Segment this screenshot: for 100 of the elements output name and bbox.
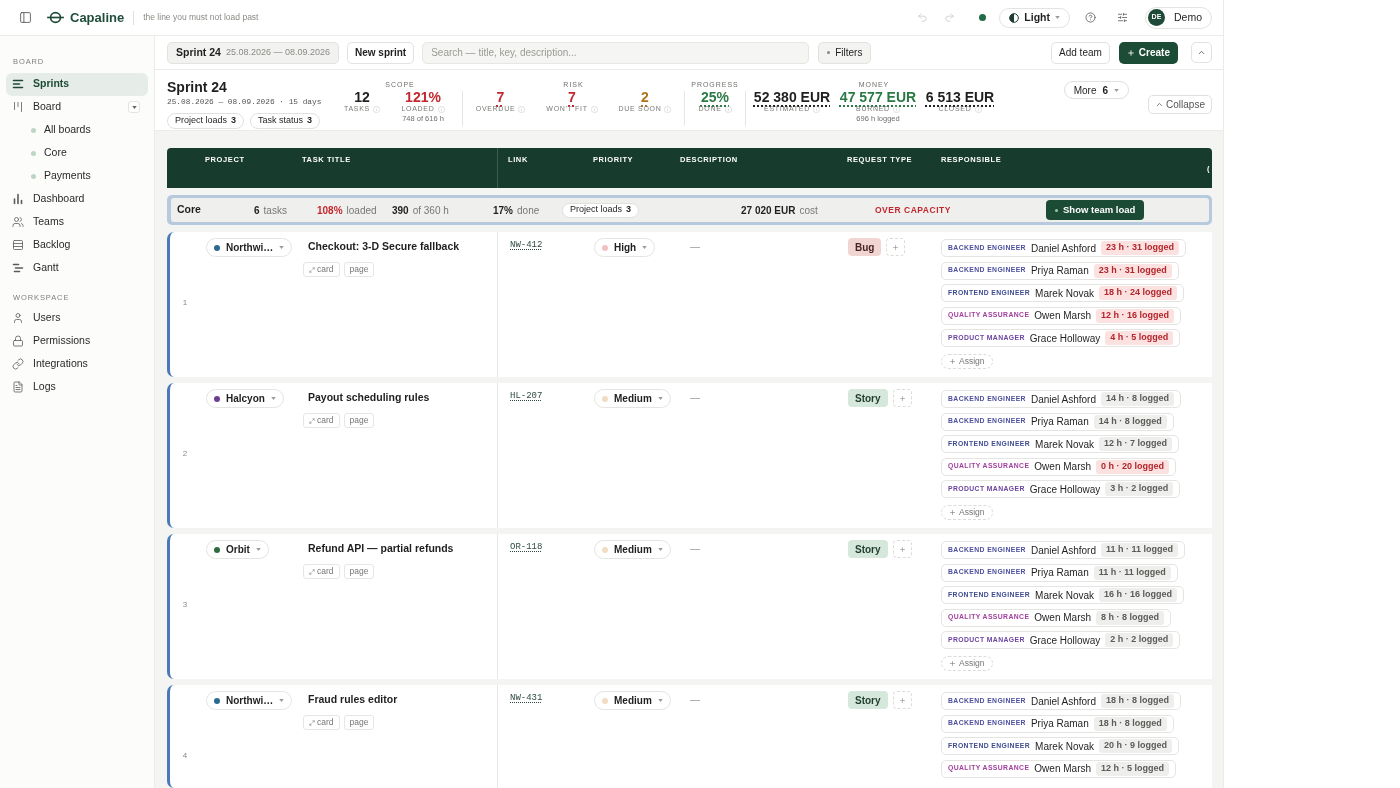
show-team-load-button[interactable]: Show team load [1046, 200, 1145, 220]
description-text: — [690, 392, 700, 404]
link-chip[interactable]: page [343, 262, 375, 277]
task-link[interactable]: OR-118 [510, 542, 543, 553]
link-chip[interactable]: card [303, 413, 340, 428]
add-type-button[interactable] [886, 238, 906, 256]
sidebar-item[interactable]: Board [6, 95, 148, 119]
hours-badge: 14 h · 8 logged [1093, 414, 1167, 429]
collapse-button[interactable]: Collapse [1148, 95, 1212, 114]
hours-badge: 23 h · 31 logged [1093, 263, 1172, 278]
filters-button[interactable]: Filters [818, 41, 872, 64]
sidebar-item[interactable]: Teams [6, 210, 148, 234]
assignee-name: Daniel Ashford [1030, 392, 1096, 407]
sidebar-item[interactable]: Users [6, 306, 148, 330]
info-icon [892, 105, 900, 113]
sidebar-subitem[interactable]: Core [6, 141, 148, 165]
filter-pill[interactable]: Project loads 3 [167, 113, 245, 129]
project-pill[interactable]: Halcyon [206, 389, 284, 408]
group-stat-value: 6 [254, 203, 260, 218]
new-sprint-button[interactable]: New sprint [347, 41, 415, 64]
lines-icon [12, 78, 24, 90]
priority-pill[interactable]: Medium [594, 389, 671, 408]
bar-chart-icon [12, 193, 24, 205]
sidebar-item[interactable]: Sprints [6, 72, 148, 96]
add-type-button[interactable] [892, 540, 912, 558]
bullet-icon [31, 173, 36, 179]
search-field[interactable]: Search — title, key, description... [422, 41, 810, 64]
group-stat-value: 17% [493, 203, 513, 218]
task-title: Refund API — partial refunds [308, 542, 454, 555]
assignee-name: Daniel Ashford [1030, 543, 1096, 558]
sprint-title: Sprint 24 [167, 79, 227, 96]
task-title: Fraud rules editor [308, 693, 398, 706]
hours-badge: 12 h · 5 logged [1096, 761, 1170, 776]
group-cost-unit: cost [799, 203, 818, 218]
more-button[interactable]: More 6 [1063, 81, 1130, 99]
plus-icon [949, 660, 956, 667]
project-pill[interactable]: Northwi… [206, 238, 293, 257]
link-chip[interactable]: card [303, 262, 340, 277]
stat-value: 6 513 EUR [925, 89, 995, 105]
group-stat-value: 390 [392, 203, 409, 218]
link-chip[interactable]: page [343, 715, 375, 730]
add-type-button[interactable] [892, 389, 912, 407]
task-link[interactable]: NW-431 [510, 693, 543, 704]
priority-pill[interactable]: Medium [594, 540, 671, 559]
sidebar-item[interactable]: Dashboard [6, 187, 148, 211]
caret-icon [657, 397, 663, 400]
project-pill[interactable]: Orbit [206, 540, 269, 559]
description-text: — [690, 543, 700, 555]
stat-value: 7 [496, 89, 505, 105]
link-icon [12, 358, 24, 370]
assign-button[interactable]: Assign [941, 656, 993, 671]
rows-icon [12, 239, 24, 251]
sliders-icon[interactable] [1117, 12, 1128, 23]
chevron-up-icon [1197, 48, 1206, 57]
sprint-picker[interactable]: Sprint 24 25.08.2026 — 08.09.2026 [167, 41, 340, 64]
sidebar-item[interactable]: Integrations [6, 352, 148, 376]
stat-value: 7 [568, 89, 576, 105]
expand-button[interactable] [128, 101, 140, 113]
help-icon[interactable] [1085, 12, 1096, 23]
assign-button[interactable]: Assign [941, 354, 993, 369]
expand-icon [309, 568, 315, 575]
add-team-button[interactable]: Add team [1051, 41, 1110, 64]
priority-pill[interactable]: Medium [594, 691, 671, 710]
create-button[interactable]: Create [1118, 41, 1178, 64]
hours-badge: 14 h · 8 logged [1100, 392, 1174, 406]
theme-button[interactable]: Light [999, 7, 1070, 28]
link-chip[interactable]: page [343, 413, 375, 428]
caret-icon [1055, 16, 1060, 19]
sidebar-item[interactable]: Backlog [6, 233, 148, 257]
assignee-name: Priya Raman [1030, 566, 1089, 580]
caret-icon [657, 548, 663, 551]
group-stat-value: 108% [317, 203, 343, 218]
task-link[interactable]: NW-412 [510, 240, 543, 251]
assign-button[interactable]: Assign [941, 505, 993, 520]
expand-icon [309, 719, 315, 726]
link-chip[interactable]: card [303, 715, 340, 730]
priority-pill[interactable]: High [594, 238, 656, 257]
assignee-name: Daniel Ashford [1030, 241, 1096, 256]
sidebar-item[interactable]: Gantt [6, 256, 148, 280]
stat-value: 2 [641, 89, 649, 105]
hours-badge: 11 h · 11 logged [1100, 543, 1178, 557]
link-chip[interactable]: page [343, 564, 375, 579]
sidebar-item[interactable]: Permissions [6, 329, 148, 353]
filter-pill[interactable]: Project loads 3 [562, 202, 640, 218]
request-type-tag: Story [848, 540, 888, 558]
request-type-tag: Bug [848, 238, 882, 256]
info-icon [812, 105, 820, 113]
sidebar-subitem[interactable]: All boards [6, 118, 148, 142]
bullet-icon [31, 127, 36, 133]
task-link[interactable]: HL-207 [510, 391, 543, 402]
sidebar-subitem[interactable]: Payments [6, 164, 148, 188]
collapse-toolbar-button[interactable] [1191, 42, 1212, 63]
sidebar-item[interactable]: Logs [6, 375, 148, 399]
add-type-button[interactable] [892, 691, 912, 709]
group-stat-unit: done [517, 203, 540, 218]
project-pill[interactable]: Northwi… [206, 691, 293, 710]
link-chip[interactable]: card [303, 564, 340, 579]
hours-badge: 3 h · 2 logged [1105, 482, 1174, 496]
filter-pill[interactable]: Task status 3 [250, 113, 321, 129]
sidebar-toggle-icon[interactable] [19, 11, 32, 24]
